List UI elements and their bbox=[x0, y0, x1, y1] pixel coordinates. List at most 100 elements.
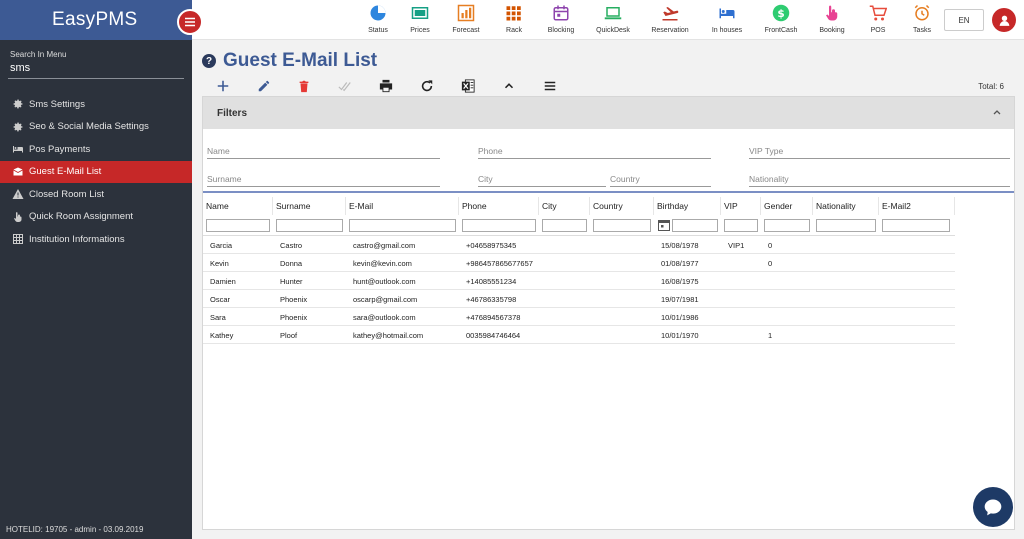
export-excel-button[interactable] bbox=[460, 78, 476, 94]
filter-country-select[interactable]: Country bbox=[610, 171, 711, 187]
table-row[interactable]: Sara Phoenix sara@outlook.com +476894567… bbox=[203, 308, 955, 326]
cell-surname: Castro bbox=[280, 241, 303, 250]
nav-prices[interactable]: Prices bbox=[396, 4, 444, 34]
grid-filter-email[interactable] bbox=[349, 219, 456, 232]
cell-vip bbox=[721, 326, 761, 344]
column-header-email[interactable]: E-Mail bbox=[346, 197, 459, 215]
table-row[interactable]: Kathey Ploof kathey@hotmail.com 00359847… bbox=[203, 326, 955, 344]
live-chat-button[interactable] bbox=[973, 487, 1013, 527]
section-divider bbox=[203, 191, 1014, 193]
column-header-surname[interactable]: Surname bbox=[273, 197, 346, 215]
sidebar-item-pos-payments[interactable]: Pos Payments bbox=[0, 138, 192, 161]
nav-forecast[interactable]: Forecast bbox=[442, 4, 490, 34]
nav-pos[interactable]: POS bbox=[854, 4, 902, 34]
nav-reservation[interactable]: Reservation bbox=[646, 4, 694, 34]
grid-filter-nationality[interactable] bbox=[816, 219, 876, 232]
table-row[interactable]: Damien Hunter hunt@outlook.com +14085551… bbox=[203, 272, 955, 290]
grid-filter-birthday[interactable] bbox=[672, 219, 718, 232]
menu-search-label: Search In Menu bbox=[10, 50, 67, 59]
nav-tasks[interactable]: Tasks bbox=[898, 4, 946, 34]
calendar-icon bbox=[553, 5, 569, 21]
table-row[interactable]: Oscar Phoenix oscarp@gmail.com +46786335… bbox=[203, 290, 955, 308]
user-icon bbox=[999, 15, 1009, 26]
column-header-email2[interactable]: E-Mail2 bbox=[879, 197, 955, 215]
grid-filter-surname[interactable] bbox=[276, 219, 343, 232]
nav-frontcash[interactable]: $ FrontCash bbox=[757, 4, 805, 34]
add-button[interactable] bbox=[215, 78, 231, 94]
approve-button[interactable] bbox=[337, 78, 353, 94]
sidebar-item-seo-social[interactable]: Seo & Social Media Settings bbox=[0, 116, 192, 139]
menu-icon bbox=[544, 81, 556, 91]
filter-surname-input[interactable]: Surname bbox=[207, 171, 440, 187]
chevron-up-icon[interactable] bbox=[992, 107, 1002, 117]
filter-nationality-select[interactable]: Nationality bbox=[749, 171, 1010, 187]
cell-birthday: 15/08/1978 bbox=[661, 241, 699, 250]
filter-city-input[interactable]: City bbox=[478, 171, 606, 187]
sidebar-item-closed-room-list[interactable]: Closed Room List bbox=[0, 183, 192, 206]
hamburger-menu-button[interactable] bbox=[177, 9, 203, 35]
cell-birthday: 01/08/1977 bbox=[661, 259, 699, 268]
grid-icon bbox=[13, 234, 23, 245]
cell-birthday: 19/07/1981 bbox=[661, 295, 699, 304]
filters-header[interactable]: Filters bbox=[203, 97, 1014, 129]
sidebar-item-guest-email-list[interactable]: Guest E-Mail List bbox=[0, 160, 192, 183]
edit-icon bbox=[258, 80, 270, 92]
cell-phone: +46786335798 bbox=[466, 295, 517, 304]
collapse-button[interactable] bbox=[501, 78, 517, 94]
column-header-city[interactable]: City bbox=[539, 197, 590, 215]
cell-gender bbox=[761, 290, 813, 308]
cell-email: kevin@kevin.com bbox=[353, 259, 412, 268]
more-menu-button[interactable] bbox=[542, 78, 558, 94]
language-selector[interactable]: EN bbox=[944, 9, 984, 31]
cell-email: sara@outlook.com bbox=[353, 313, 416, 322]
column-header-nationality[interactable]: Nationality bbox=[813, 197, 879, 215]
grid-filter-phone[interactable] bbox=[462, 219, 536, 232]
sidebar-item-institution-informations[interactable]: Institution Informations bbox=[0, 228, 192, 251]
nav-quickdesk[interactable]: QuickDesk bbox=[589, 4, 637, 34]
sidebar-item-quick-room-assignment[interactable]: Quick Room Assignment bbox=[0, 206, 192, 229]
cell-surname: Hunter bbox=[280, 277, 303, 286]
table-row[interactable]: Kevin Donna kevin@kevin.com +98645786567… bbox=[203, 254, 955, 272]
filter-vip-type-select[interactable]: VIP Type bbox=[749, 143, 1010, 159]
grid-filter-row bbox=[203, 217, 955, 235]
filter-phone-input[interactable]: Phone bbox=[478, 143, 711, 159]
filter-name-input[interactable]: Name bbox=[207, 143, 440, 159]
help-icon[interactable]: ? bbox=[202, 54, 216, 68]
dollar-icon: $ bbox=[772, 4, 790, 22]
nav-rack[interactable]: Rack bbox=[490, 4, 538, 34]
column-header-gender[interactable]: Gender bbox=[761, 197, 813, 215]
column-header-phone[interactable]: Phone bbox=[459, 197, 539, 215]
grid-filter-city[interactable] bbox=[542, 219, 587, 232]
print-button[interactable] bbox=[378, 78, 394, 94]
cell-phone: +14085551234 bbox=[466, 277, 517, 286]
column-header-name[interactable]: Name bbox=[203, 197, 273, 215]
sidebar-item-sms-settings[interactable]: Sms Settings bbox=[0, 93, 192, 116]
nav-blocking[interactable]: Blocking bbox=[537, 4, 585, 34]
cell-vip: VIP1 bbox=[728, 241, 745, 250]
delete-button[interactable] bbox=[296, 78, 312, 94]
cell-vip bbox=[721, 290, 761, 308]
sidebar-item-label: Guest E-Mail List bbox=[29, 166, 102, 178]
svg-text:$: $ bbox=[777, 8, 784, 20]
refresh-button[interactable] bbox=[419, 78, 435, 94]
cell-name: Garcia bbox=[210, 241, 233, 250]
edit-button[interactable] bbox=[256, 78, 272, 94]
grid-filter-gender[interactable] bbox=[764, 219, 810, 232]
grid-filter-email2[interactable] bbox=[882, 219, 950, 232]
menu-search-input[interactable]: sms bbox=[8, 62, 184, 79]
table-row[interactable]: Garcia Castro castro@gmail.com +04658975… bbox=[203, 236, 955, 254]
column-header-country[interactable]: Country bbox=[590, 197, 654, 215]
cell-surname: Donna bbox=[280, 259, 303, 268]
column-header-birthday[interactable]: Birthday bbox=[654, 197, 721, 215]
column-header-vip[interactable]: VIP bbox=[721, 197, 761, 215]
nav-booking[interactable]: Booking bbox=[808, 4, 856, 34]
calendar-icon[interactable] bbox=[658, 219, 670, 231]
chat-bubble-icon bbox=[984, 499, 1002, 516]
nav-in-houses[interactable]: In houses bbox=[703, 4, 751, 34]
user-account-button[interactable] bbox=[992, 8, 1016, 32]
grid-filter-country[interactable] bbox=[593, 219, 651, 232]
grid-filter-vip[interactable] bbox=[724, 219, 758, 232]
excel-icon bbox=[461, 79, 475, 93]
grid-filter-name[interactable] bbox=[206, 219, 270, 232]
nav-status[interactable]: Status bbox=[354, 4, 402, 34]
